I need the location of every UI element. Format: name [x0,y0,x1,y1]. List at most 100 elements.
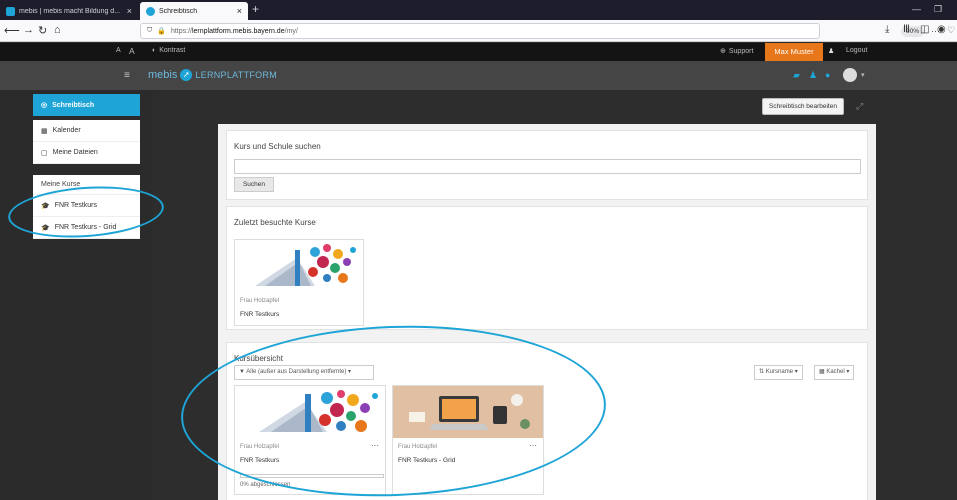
sidebar-item-kalender[interactable]: ▦ Kalender [33,120,140,142]
edit-dashboard-button[interactable]: Schreibtisch bearbeiten [762,98,844,115]
reload-icon[interactable]: ↻ [38,24,47,37]
view-label: Kachel [826,369,845,375]
course-image-illustration [235,386,385,438]
more-options-icon[interactable]: ··· [529,441,537,450]
browser-tab-mebis[interactable]: mebis | mebis macht Bildung d... × [0,2,138,20]
mebis-logo[interactable]: mebis ➚ LERNPLATTFORM [148,69,277,81]
logo-swoosh-icon: ➚ [180,69,193,81]
sort-label: Kursname [765,369,794,375]
contrast-icon: ◐ [152,47,157,54]
sidebar-item-label: FNR Testkurs - Grid [54,224,117,231]
contrast-button[interactable]: ◐ Kontrast [152,47,185,54]
font-decrease-label: A [116,47,121,54]
course-image [393,386,543,438]
logout-button[interactable]: Logout [846,47,867,54]
browser-tab-schreibtisch[interactable]: Schreibtisch × [140,2,248,20]
course-image [235,386,385,438]
sidebar-item-label: Schreibtisch [52,101,95,109]
sidebar-toggle-icon[interactable]: ◫ [920,24,929,35]
course-image-illustration [393,386,543,438]
tab-close-icon[interactable]: × [127,6,132,16]
notification-bell-icon[interactable]: ♟ [809,70,817,81]
support-label: Support [728,47,754,55]
support-button[interactable]: ⊕ Support [720,47,754,56]
mebis-header: ≡ mebis ➚ LERNPLATTFORM ▰ ♟ ● ▾ [0,61,957,90]
course-name: FNR Testkurs [240,457,280,464]
sidebar-courses-group: Meine Kurse 🎓 FNR Testkurs 🎓 FNR Testkur… [33,175,140,239]
sidebar-item-meine-dateien[interactable]: ▢ Meine Dateien [33,142,140,164]
avatar[interactable] [843,68,857,82]
block-title: Kursübersicht [234,354,283,363]
course-card[interactable]: Frau Holzapfel FNR Testkurs [234,239,364,326]
expand-icon[interactable]: ⤢ [856,101,863,112]
user-name-button[interactable]: Max Muster [765,43,823,61]
mebis-favicon-icon [6,6,15,16]
account-icon[interactable]: ◉ [937,24,946,35]
url-bar[interactable]: ⛉ 🔒 https://lernplattform.mebis.bayern.d… [140,23,955,39]
course-filter-dropdown[interactable]: ▼ Alle (außer aus Darstellung entfernte)… [234,365,374,380]
font-increase-button[interactable]: A [129,46,135,56]
course-progress-label: 0% abgeschlossen [240,482,291,488]
sort-dropdown[interactable]: ⇅ Kursname ▾ [754,365,803,380]
course-teacher: Frau Holzapfel [398,444,438,450]
user-profile-icon[interactable]: ♟ [828,47,834,55]
contrast-label: Kontrast [159,47,186,54]
course-image-illustration [235,240,363,292]
view-dropdown[interactable]: ▦ Kachel ▾ [814,365,855,380]
support-icon: ⊕ [720,48,726,55]
sidebar-item-label: Kalender [52,127,81,134]
course-search-block: Kurs und Schule suchen Suchen [226,130,868,200]
chevron-down-icon: ▾ [846,369,850,375]
font-decrease-button[interactable]: A [116,47,121,54]
menu-hamburger-icon[interactable]: ≡ [124,70,130,81]
messages-icon[interactable]: ● [825,70,830,80]
new-tab-icon[interactable]: + [252,2,259,16]
maximize-icon[interactable]: ❐ [934,4,942,15]
filter-icon: ▼ [239,369,245,375]
mebis-top-bar: A A ◐ Kontrast ⊕ Support Max Muster ♟ Lo… [0,43,957,61]
calendar-icon: ▦ [41,127,48,135]
library-icon[interactable]: Ⅲ [903,24,910,35]
course-search-input[interactable] [234,159,861,174]
chevron-down-icon: ▾ [794,369,798,375]
url-host: lernplattform.mebis.bayern.de [191,27,285,35]
dashboard-content: Kurs und Schule suchen Suchen Zuletzt be… [218,124,876,500]
recent-courses-block: Zuletzt besuchte Kurse Frau Holzapfel FN… [226,206,868,330]
download-icon[interactable]: ⤓ [885,24,889,35]
sidebar-item-label: FNR Testkurs [54,202,97,209]
block-title: Kurs und Schule suchen [234,142,321,151]
left-sidebar: ◎ Schreibtisch ▦ Kalender ▢ Meine Dateie… [33,94,140,239]
sidebar-nav-group: ▦ Kalender ▢ Meine Dateien [33,120,140,164]
graduation-cap-icon: 🎓 [41,202,50,210]
graduation-cap-icon: 🎓 [41,224,50,232]
logout-label: Logout [846,47,868,54]
minimize-icon[interactable]: — [912,4,921,14]
sidebar-item-fnr-testkurs[interactable]: 🎓 FNR Testkurs [33,195,140,217]
sidebar-item-schreibtisch[interactable]: ◎ Schreibtisch [33,94,140,116]
course-card[interactable]: Frau Holzapfel ··· FNR Testkurs 0% abges… [234,385,386,495]
sidebar-item-fnr-testkurs-grid[interactable]: 🎓 FNR Testkurs - Grid [33,217,140,239]
sidebar-courses-heading: Meine Kurse [33,175,140,195]
back-icon[interactable]: ⟵ [4,24,20,37]
search-button[interactable]: Suchen [234,177,274,192]
grid-view-icon: ▦ [819,369,825,375]
dashboard-icon: ◎ [41,102,48,109]
folder-icon[interactable]: ▰ [793,70,800,81]
sort-icon: ⇅ [759,369,765,375]
mebis-favicon-icon [146,6,155,16]
more-options-icon[interactable]: ··· [371,441,379,450]
lock-icon: 🔒 [157,28,166,35]
home-icon[interactable]: ⌂ [54,24,61,36]
chevron-down-icon[interactable]: ▾ [861,71,865,79]
course-progress-bar [240,474,384,478]
course-name: FNR Testkurs - Grid [398,457,456,464]
browser-tab-bar: mebis | mebis macht Bildung d... × Schre… [0,0,957,20]
course-card[interactable]: Frau Holzapfel ··· FNR Testkurs - Grid [392,385,544,495]
pocket-icon[interactable]: ♡ [947,25,955,36]
file-icon: ▢ [41,149,48,157]
tab-label: mebis | mebis macht Bildung d... [19,7,121,15]
course-image [235,240,363,292]
forward-icon[interactable]: → [23,24,34,36]
tab-close-icon[interactable]: × [237,6,242,16]
logo-text: mebis [148,69,178,81]
